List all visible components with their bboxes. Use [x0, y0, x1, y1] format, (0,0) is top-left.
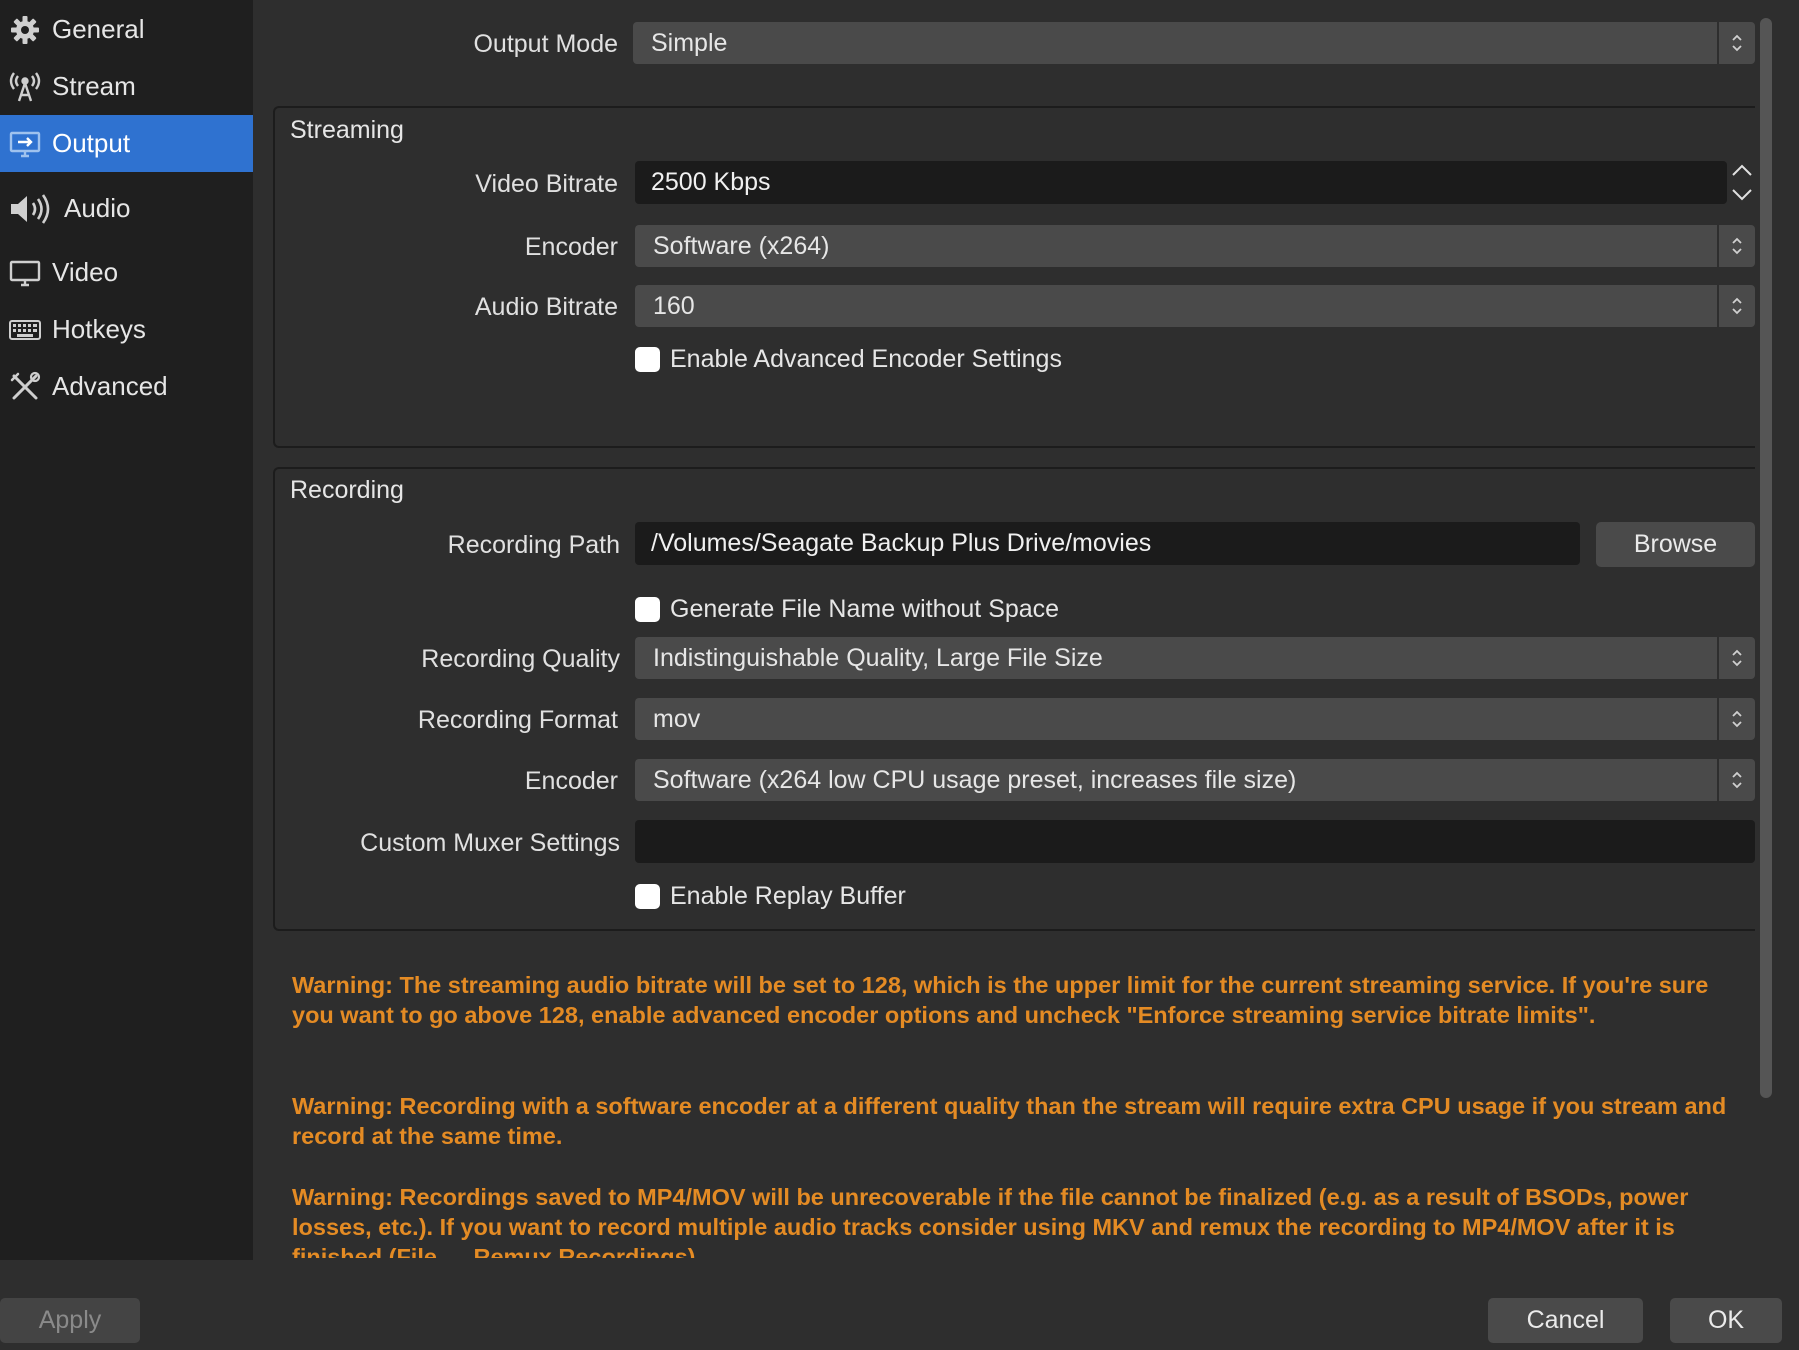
warning-software-encoder: Warning: Recording with a software encod…: [292, 1093, 1727, 1149]
warning-mp4-mov: Warning: Recordings saved to MP4/MOV wil…: [292, 1184, 1689, 1258]
warnings-viewport: Warning: The streaming audio bitrate wil…: [0, 0, 1799, 1258]
warning-audio-bitrate: Warning: The streaming audio bitrate wil…: [292, 972, 1709, 1028]
cancel-button[interactable]: Cancel: [1488, 1298, 1643, 1343]
dialog-footer: Apply Cancel OK: [0, 1260, 1799, 1350]
apply-button[interactable]: Apply: [0, 1298, 140, 1343]
scrollbar[interactable]: [1760, 18, 1772, 1098]
ok-button[interactable]: OK: [1670, 1298, 1782, 1343]
